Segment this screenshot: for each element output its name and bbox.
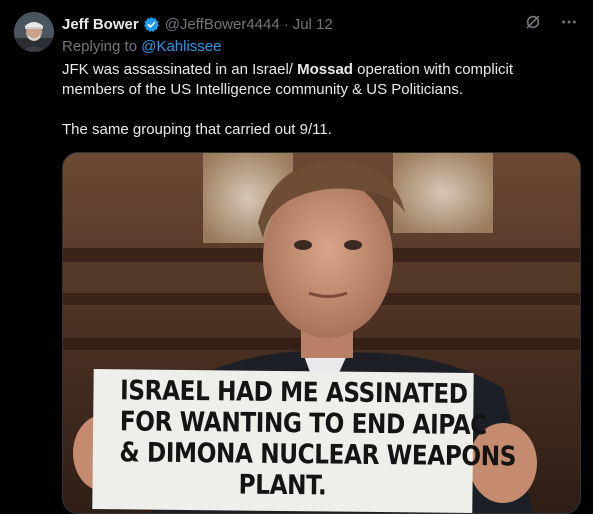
reply-prefix: Replying to (62, 38, 138, 55)
reply-context: Replying to @Kahlissee (62, 38, 222, 55)
tweet-text: JFK was assassinated in an Israel/ Mossa… (62, 60, 577, 140)
handle[interactable]: @JeffBower4444 (165, 16, 280, 33)
display-name[interactable]: Jeff Bower (62, 16, 139, 33)
protest-sign: ISRAEL HAD ME ASSINATED FOR WANTING TO E… (92, 369, 517, 513)
verified-badge-icon (143, 16, 160, 33)
tweet-paragraph-1: JFK was assassinated in an Israel/ Mossa… (62, 60, 577, 100)
tweet-date[interactable]: Jul 12 (293, 16, 333, 33)
sign-line-3: & DIMONA NUCLEAR WEAPONS (119, 437, 517, 473)
tweet-text-bold: Mossad (297, 61, 353, 78)
sign-line-1: ISRAEL HAD ME ASSINATED (119, 375, 468, 410)
tweet-media[interactable]: ISRAEL HAD ME ASSINATED FOR WANTING TO E… (62, 152, 581, 514)
more-icon[interactable] (559, 12, 579, 32)
tweet-text-part1: JFK was assassinated in an Israel/ (62, 61, 298, 78)
tweet[interactable]: Jeff Bower @JeffBower4444 · Jul 12 Reply… (0, 0, 593, 514)
header-actions (523, 12, 579, 32)
grok-icon[interactable] (523, 12, 543, 32)
sign-line-4: PLANT. (238, 469, 327, 502)
separator: · (283, 15, 289, 33)
reply-mention-link[interactable]: @Kahlissee (141, 38, 221, 55)
avatar-image (14, 12, 54, 52)
tweet-header: Jeff Bower @JeffBower4444 · Jul 12 (62, 14, 583, 34)
avatar[interactable] (14, 12, 54, 52)
tweet-paragraph-2: The same grouping that carried out 9/11. (62, 121, 332, 138)
sign-line-2: FOR WANTING TO END AIPAC (119, 406, 488, 442)
